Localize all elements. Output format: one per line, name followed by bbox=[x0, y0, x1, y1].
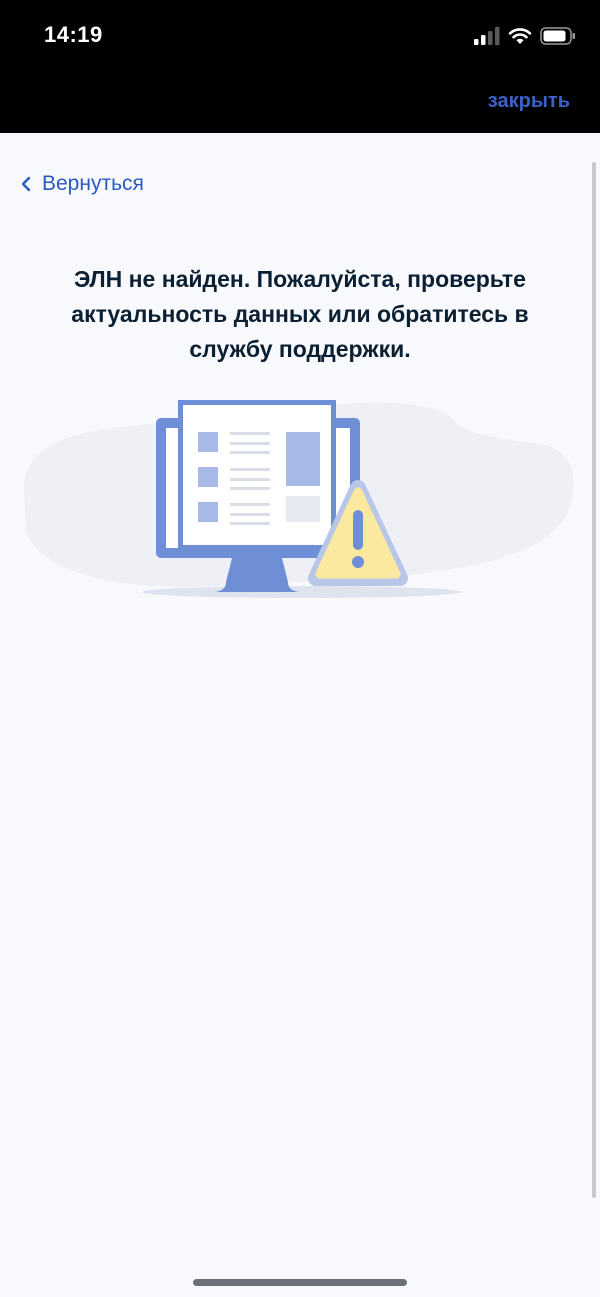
status-time: 14:19 bbox=[44, 22, 103, 47]
status-icons bbox=[474, 24, 576, 48]
scrollbar[interactable] bbox=[592, 162, 596, 1198]
back-button[interactable]: Вернуться bbox=[20, 172, 144, 196]
message-line: актуальность данных или обратитесь в bbox=[71, 301, 529, 327]
status-bar: 14:19 закрыть bbox=[0, 0, 600, 133]
signal-icon bbox=[474, 27, 500, 45]
wifi-icon bbox=[508, 28, 532, 44]
message-line: ЭЛН не найден. Пожалуйста, проверьте bbox=[74, 266, 526, 292]
close-button[interactable]: закрыть bbox=[488, 90, 570, 113]
battery-icon bbox=[540, 27, 575, 45]
computer-warning-illustration bbox=[24, 400, 574, 598]
message-line: службу поддержки. bbox=[189, 336, 411, 362]
chevron-left-icon bbox=[21, 176, 31, 192]
error-message: ЭЛН не найден. Пожалуйста, проверьте акт… bbox=[40, 262, 560, 367]
home-indicator[interactable] bbox=[193, 1279, 407, 1286]
back-label: Вернуться bbox=[42, 172, 144, 195]
